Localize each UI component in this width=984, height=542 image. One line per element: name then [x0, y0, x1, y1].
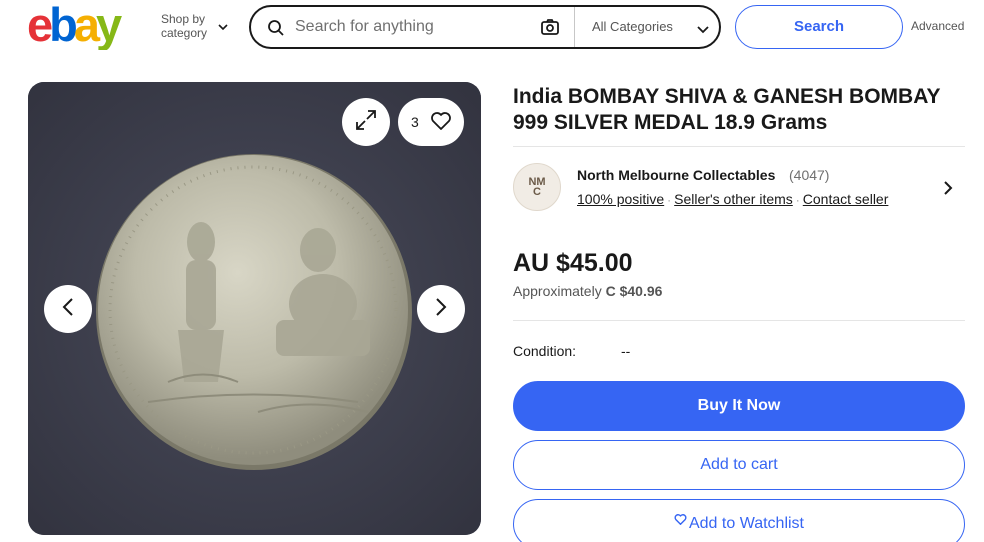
heart-icon — [430, 110, 452, 135]
seller-other-items-link[interactable]: Seller's other items — [674, 191, 793, 207]
search-input[interactable] — [295, 15, 525, 39]
divider — [513, 146, 965, 147]
search-icon — [267, 19, 285, 42]
expand-image-button[interactable] — [342, 98, 390, 146]
camera-icon[interactable] — [540, 18, 560, 41]
chevron-down-icon — [697, 21, 709, 39]
heart-icon — [674, 498, 687, 542]
seller-avatar[interactable]: NM C — [513, 163, 561, 211]
buy-it-now-button[interactable]: Buy It Now — [513, 381, 965, 431]
add-to-watchlist-button[interactable]: Add to Watchlist — [513, 499, 965, 542]
separator-dot: · — [667, 193, 672, 207]
approx-value: C $40.96 — [605, 283, 663, 299]
ebay-logo[interactable]: ebay — [27, 0, 147, 50]
chevron-right-icon — [434, 297, 448, 322]
watch-count-button[interactable]: 3 — [398, 98, 464, 146]
seller-feedback-count: (4047) — [789, 167, 830, 183]
expand-icon — [355, 109, 377, 136]
condition-label: Condition: — [513, 343, 577, 359]
contact-seller-link[interactable]: Contact seller — [803, 191, 889, 207]
chevron-down-icon — [218, 20, 228, 34]
divider — [513, 320, 965, 321]
seller-name[interactable]: North Melbourne Collectables — [577, 167, 775, 183]
search-bar: All Categories — [249, 5, 721, 49]
price: AU $45.00 — [513, 249, 633, 277]
previous-image-button[interactable] — [44, 285, 92, 333]
separator-dot: · — [795, 193, 800, 207]
add-to-watchlist-label: Add to Watchlist — [688, 515, 804, 532]
seller-links: 100% positive · Seller's other items · Conta… — [577, 191, 888, 207]
condition-value: -- — [621, 343, 631, 359]
product-image[interactable]: 3 — [28, 82, 481, 535]
watch-count: 3 — [411, 114, 419, 130]
search-divider — [574, 7, 575, 47]
search-button[interactable]: Search — [735, 5, 903, 49]
svg-text:ebay: ebay — [27, 0, 122, 50]
coin-image — [28, 82, 481, 535]
listing-title: India BOMBAY SHIVA & GANESH BOMBAY 999 S… — [513, 85, 941, 134]
seller-feedback-link[interactable]: 100% positive — [577, 191, 664, 207]
chevron-left-icon — [61, 297, 75, 322]
approx-label: Approximately — [513, 283, 602, 299]
approx-price: Approximately C $40.96 — [513, 283, 662, 299]
avatar-initials-bottom: C — [533, 186, 541, 198]
chevron-right-icon[interactable] — [942, 180, 954, 201]
shop-by-category-button[interactable]: Shop by category — [161, 12, 231, 40]
next-image-button[interactable] — [417, 285, 465, 333]
category-select[interactable]: All Categories — [592, 19, 673, 34]
add-to-cart-button[interactable]: Add to cart — [513, 440, 965, 490]
advanced-search-link[interactable]: Advanced — [911, 19, 964, 33]
